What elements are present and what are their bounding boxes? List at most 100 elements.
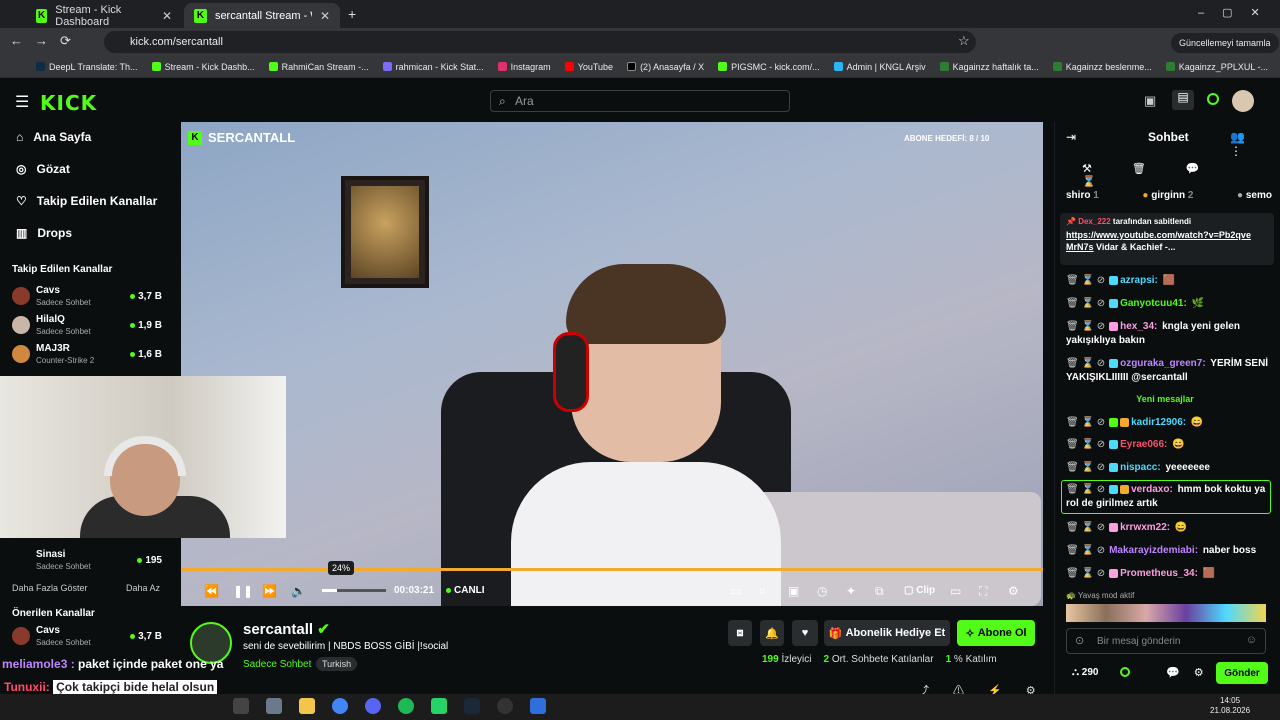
emote-bar[interactable]: [1066, 604, 1266, 622]
bookmark-item[interactable]: Kagainzz beslenme...: [1052, 62, 1152, 72]
chat-settings-icon[interactable]: ⊙: [1075, 634, 1084, 647]
chat-username[interactable]: krrwxm22:: [1120, 522, 1170, 533]
app-icon[interactable]: [530, 698, 546, 714]
tab-kick-dashboard[interactable]: K Stream - Kick Dashboard ✕: [26, 3, 182, 28]
bookmark-item[interactable]: YouTube: [564, 62, 613, 72]
chat-input[interactable]: ⊙ Bir mesaj gönderin ☺: [1066, 628, 1266, 654]
settings-icon[interactable]: ⚙: [1008, 584, 1019, 598]
chat-username[interactable]: Makarayizdemiabi:: [1109, 545, 1198, 556]
live-progress-bar[interactable]: [181, 568, 1043, 571]
channel-points[interactable]: ⛬ 290: [1072, 667, 1098, 678]
kick-coin-icon[interactable]: [1207, 93, 1219, 105]
chat-username[interactable]: kadir12906:: [1131, 417, 1186, 428]
bookmark-item[interactable]: PIGSMC - kick.com/...: [718, 62, 820, 72]
update-button[interactable]: Güncellemeyi tamamla: [1171, 33, 1279, 53]
kick-logo[interactable]: KICK: [40, 91, 97, 115]
tab-sercantall-stream[interactable]: K sercantall Stream - Watch L ✕: [184, 3, 340, 28]
chat-message[interactable]: 🗑 ⌛ ⊘ Prometheus_34: 🟫: [1066, 567, 1272, 581]
bookmark-item[interactable]: DeepL Translate: Th...: [36, 62, 138, 72]
video-player[interactable]: [181, 122, 1043, 606]
bookmark-item[interactable]: RahmiCan Stream -...: [268, 62, 369, 72]
channel-item[interactable]: MAJ3R Counter-Strike 2 1,6 B: [12, 340, 162, 368]
chrome-icon[interactable]: [332, 698, 348, 714]
menu-icon[interactable]: ☰: [15, 92, 29, 112]
obs-icon[interactable]: [497, 698, 513, 714]
bookmark-item[interactable]: (2) Anasayfa / X: [627, 62, 704, 72]
discord-icon[interactable]: [365, 698, 381, 714]
clip-button[interactable]: ▢ Clip: [904, 585, 935, 596]
fullscreen-icon[interactable]: ⛶: [979, 584, 987, 599]
kick-coin-icon[interactable]: [1120, 667, 1130, 677]
volume-icon[interactable]: 🔊: [291, 584, 306, 598]
gift-sub-button[interactable]: 🎁 Abonelik Hediye Et: [824, 620, 950, 646]
bookmark-item[interactable]: rahmican - Kick Stat...: [382, 62, 484, 72]
show-less-link[interactable]: Daha Az: [126, 583, 160, 593]
chat-username[interactable]: Prometheus_34:: [1120, 568, 1198, 579]
crop-icon[interactable]: ⌗: [759, 584, 766, 599]
search-input[interactable]: ⌕ Ara: [490, 90, 790, 112]
address-bar[interactable]: kick.com/sercantall: [104, 31, 976, 53]
chat-username[interactable]: hex_34:: [1120, 321, 1157, 332]
chat-username[interactable]: nispacc:: [1120, 462, 1161, 473]
chat-message[interactable]: 🗑 ⌛ ⊘ verdaxo: hmm bok koktu ya rol de gi…: [1066, 483, 1272, 511]
pip-icon[interactable]: ⧉: [875, 584, 884, 599]
bookmark-item[interactable]: Admin | KNGL Arşiv: [833, 62, 926, 72]
collapse-chat-icon[interactable]: ⇥: [1066, 130, 1076, 144]
channel-item[interactable]: Sinasi Sadece Sohbet 195: [12, 546, 162, 574]
close-icon[interactable]: ✕: [320, 9, 330, 23]
chat-message[interactable]: 🗑 ⌛ ⊘ azrapsi: 🟫: [1066, 274, 1272, 288]
spotify-icon[interactable]: [398, 698, 414, 714]
subscribe-button[interactable]: ✧ Abone Ol: [957, 620, 1035, 646]
window-controls[interactable]: –▢✕: [1198, 6, 1278, 19]
rewind-icon[interactable]: ⏪: [204, 584, 219, 598]
new-tab-icon[interactable]: +: [348, 6, 356, 22]
pause-icon[interactable]: ❚❚: [233, 584, 253, 598]
chat-message[interactable]: 🗑 ⌛ ⊘ ozguraka_green7: YERİM SENİ YAKIŞIK…: [1066, 357, 1272, 385]
language-tag[interactable]: Turkish: [316, 657, 358, 671]
chat-username[interactable]: verdaxo:: [1131, 484, 1173, 495]
live-indicator[interactable]: CANLI: [446, 585, 485, 596]
send-button[interactable]: Gönder: [1216, 662, 1268, 684]
browse-icon[interactable]: ▤: [1172, 90, 1194, 110]
app-icon[interactable]: [266, 698, 282, 714]
emoji-icon[interactable]: ☺: [1246, 634, 1257, 646]
forward-icon[interactable]: ⏩: [262, 584, 277, 598]
theatre-icon[interactable]: ▣: [788, 584, 799, 598]
whatsapp-icon[interactable]: [431, 698, 447, 714]
streamer-name[interactable]: sercantall ✔: [243, 620, 330, 638]
chat-users-icon[interactable]: 👥⋮: [1230, 130, 1280, 158]
task-view-icon[interactable]: [233, 698, 249, 714]
bookmark-item[interactable]: Kagainzz_PPLXUL -...: [1165, 62, 1268, 72]
clock[interactable]: 14:05 21.08.2026: [1210, 696, 1250, 716]
chat-username[interactable]: ozguraka_green7:: [1120, 358, 1206, 369]
channel-item[interactable]: HilalQ Sadece Sohbet 1,9 B: [12, 311, 162, 339]
chat-message[interactable]: 🗑 ⌛ ⊘ Makarayizdemiabi: naber boss: [1066, 544, 1272, 558]
bookmark-item[interactable]: Kagainzz haftalık ta...: [939, 62, 1039, 72]
sparkle-icon[interactable]: ✦: [846, 584, 856, 598]
sidebar-item-home[interactable]: ⌂ Ana Sayfa: [16, 130, 91, 144]
bell-icon[interactable]: 🔔: [760, 620, 784, 646]
miniplayer-icon[interactable]: ▭: [950, 584, 961, 598]
show-more-link[interactable]: Daha Fazla Göster: [12, 583, 88, 593]
camera-icon[interactable]: ▭: [730, 584, 741, 598]
follow-heart-icon[interactable]: ♥: [792, 620, 818, 646]
share-icon[interactable]: ⧈: [728, 620, 752, 646]
avatar[interactable]: [1232, 90, 1254, 112]
chat-message[interactable]: 🗑 ⌛ ⊘ Ganyotcuu41: 🌿: [1066, 297, 1272, 311]
close-icon[interactable]: ✕: [162, 9, 172, 23]
chat-username[interactable]: azrapsi:: [1120, 275, 1158, 286]
steam-icon[interactable]: [464, 698, 480, 714]
channel-item[interactable]: Cavs Sadece Sohbet 3,7 B: [12, 282, 162, 310]
chat-tools-icons[interactable]: 💬⚙: [1166, 666, 1218, 679]
chat-message[interactable]: 🗑 ⌛ ⊘ nispacc: yeeeeeee: [1066, 461, 1272, 475]
pinned-message[interactable]: 📌 Dex_222 tarafından sabitlendi https://…: [1060, 213, 1274, 265]
bookmark-item[interactable]: Stream - Kick Dashb...: [151, 62, 255, 72]
nav-buttons-icon[interactable]: ←→⟳: [10, 33, 83, 49]
sidebar-item-browse[interactable]: ◎ Gözat: [16, 162, 70, 176]
mod-tools-icons[interactable]: ⚒🗑💬⌛: [1082, 162, 1280, 188]
chat-message[interactable]: 🗑 ⌛ ⊘ hex_34: kngla yeni gelen yakışıklıy…: [1066, 320, 1272, 348]
chat-message[interactable]: 🗑 ⌛ ⊘ krrwxm22: 😄: [1066, 521, 1272, 535]
volume-slider[interactable]: [322, 589, 386, 592]
channel-item[interactable]: Cavs Sadece Sohbet 3,7 B: [12, 622, 162, 650]
bookmark-item[interactable]: Instagram: [497, 62, 551, 72]
